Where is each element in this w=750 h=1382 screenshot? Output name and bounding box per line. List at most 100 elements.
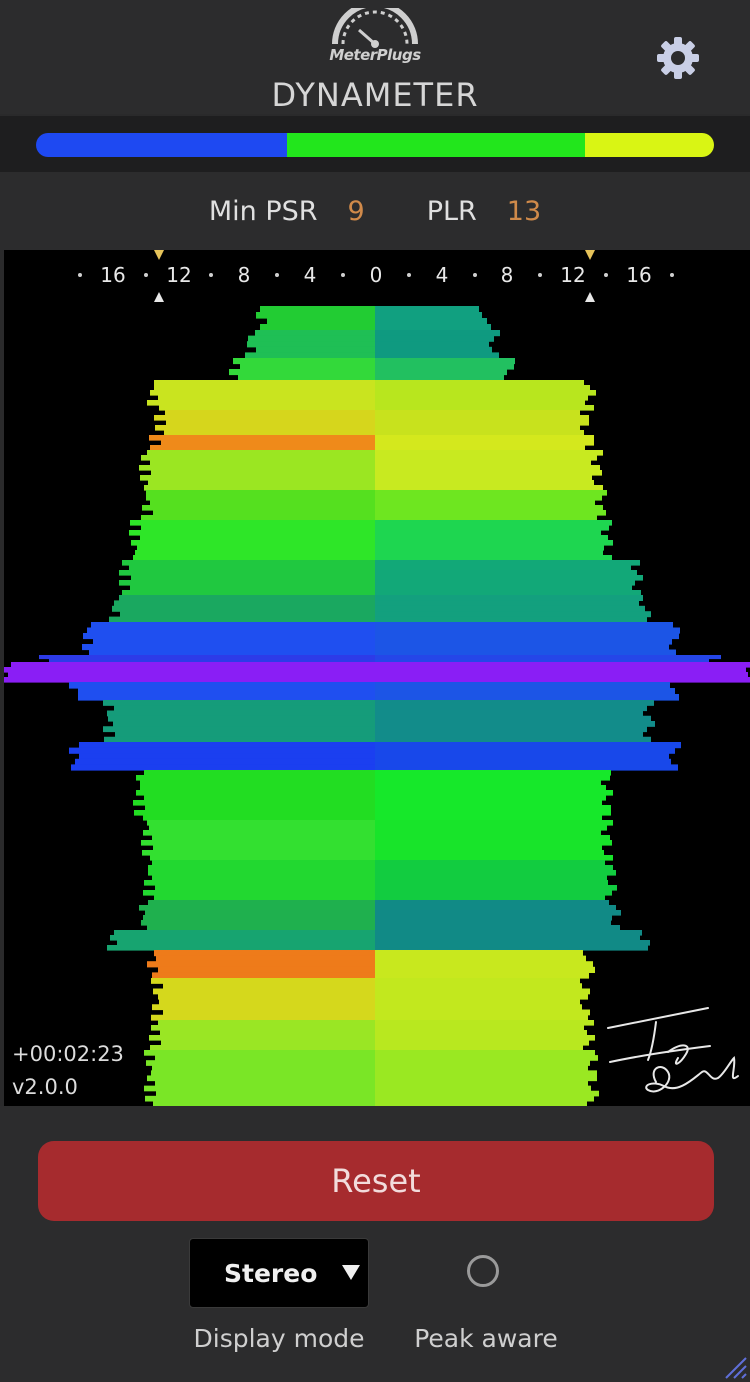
histogram-band-right [375, 910, 621, 916]
app-title: DYNAMETER [271, 76, 479, 114]
histogram-band-right [375, 747, 675, 754]
scale-label: 16 [100, 263, 125, 287]
histogram-band-left [154, 895, 375, 901]
histogram-band-left [247, 341, 375, 348]
histogram-band-left [78, 688, 375, 695]
right-marker-top-icon [585, 250, 595, 260]
histogram-band-right [375, 480, 594, 486]
histogram-band-right [375, 890, 612, 896]
histogram-band-left [147, 820, 375, 826]
histogram-band-left [166, 420, 375, 426]
histogram-band-left [155, 425, 375, 431]
display-mode-select[interactable]: Stereo [189, 1238, 369, 1308]
histogram-band-right [375, 961, 593, 968]
histogram-band-right [375, 677, 750, 683]
histogram-band-left [156, 955, 375, 962]
histogram-band-left [142, 505, 375, 511]
histogram-band-right [375, 830, 601, 836]
histogram-band-right [375, 1040, 589, 1046]
histogram-band-right [375, 721, 655, 727]
histogram-band-left [141, 840, 375, 846]
left-marker-top-icon [154, 250, 164, 260]
histogram-band-right [375, 570, 637, 576]
histogram-band-right [375, 575, 643, 581]
legend-yellow-segment [585, 133, 714, 157]
histogram-band-right [375, 694, 679, 701]
histogram-band-left [114, 600, 375, 607]
histogram-band-right [375, 764, 678, 771]
histogram-band-left [133, 555, 375, 561]
histogram-band-right [375, 405, 594, 411]
db-scale: 16 12 8 4 0 4 8 12 16 [78, 250, 674, 302]
histogram-band-left [147, 925, 375, 931]
histogram-band-right [375, 374, 504, 381]
histogram-band-left [150, 1045, 375, 1051]
histogram-band-right [375, 500, 595, 506]
histogram-band-right [375, 925, 620, 931]
histogram-band-left [148, 900, 375, 906]
display-mode-value: Stereo [224, 1258, 318, 1288]
histogram-band-left [144, 1085, 375, 1092]
histogram-band-left [159, 999, 375, 1005]
histogram-band-left [144, 770, 375, 776]
histogram-band-left [140, 785, 375, 791]
histogram-band-right [375, 810, 611, 816]
histogram-band-right [375, 966, 595, 973]
histogram-band-right [375, 440, 594, 446]
histogram-band-right [375, 611, 651, 618]
histogram-band-left [87, 627, 375, 634]
histogram-band-right [375, 1030, 587, 1036]
histogram-band-right [375, 341, 489, 348]
gear-icon[interactable] [654, 34, 702, 82]
histogram-band-right [375, 900, 609, 906]
histogram-band-right [375, 705, 647, 712]
legend-blue-segment [36, 133, 287, 157]
histogram-band-right [375, 870, 616, 876]
histogram-band-left [122, 560, 375, 566]
histogram-band-left [148, 480, 375, 486]
histogram-band-left [152, 1065, 375, 1071]
color-legend-bar [36, 133, 714, 157]
dynamics-visualization [4, 306, 750, 1106]
histogram-band-left [137, 545, 375, 551]
histogram-band-right [375, 726, 647, 733]
histogram-band-left [150, 500, 375, 506]
histogram-band-right [375, 580, 635, 586]
histogram-band-right [375, 805, 611, 811]
histogram-band-left [91, 622, 375, 629]
histogram-band-left [134, 810, 375, 816]
histogram-band-left [147, 400, 375, 406]
histogram-band-left [78, 694, 375, 701]
histogram-band-left [130, 520, 375, 526]
histogram-band-right [375, 1080, 588, 1087]
min-psr-value: 9 [347, 195, 365, 227]
histogram-band-left [245, 352, 375, 359]
histogram-band-left [150, 390, 375, 396]
resize-handle-icon[interactable] [722, 1352, 748, 1380]
histogram-band-left [148, 870, 375, 876]
histogram-band-right [375, 940, 650, 946]
histogram-band-left [229, 369, 375, 376]
histogram-band-right [375, 815, 602, 821]
histogram-band-left [153, 988, 375, 995]
histogram-band-right [375, 346, 492, 353]
histogram-band-left [144, 485, 375, 491]
histogram-band-right [375, 1070, 597, 1077]
histogram-band-right [375, 306, 479, 313]
histogram-band-left [108, 715, 375, 722]
histogram-band-right [375, 450, 603, 456]
histogram-band-right [375, 420, 589, 426]
histogram-band-right [375, 1009, 590, 1016]
histogram-band-left [159, 405, 375, 411]
histogram-band-left [155, 1055, 375, 1061]
reset-button[interactable]: Reset [38, 1141, 714, 1221]
histogram-band-left [103, 726, 375, 733]
histogram-band-right [375, 1004, 582, 1011]
histogram-band-right [375, 415, 589, 421]
histogram-band-right [375, 955, 586, 962]
histogram-band-left [164, 430, 375, 436]
histogram-band-right [375, 667, 746, 673]
peak-aware-toggle[interactable] [467, 1255, 499, 1287]
histogram-band-left [152, 835, 375, 841]
histogram-band-left [160, 1030, 375, 1036]
